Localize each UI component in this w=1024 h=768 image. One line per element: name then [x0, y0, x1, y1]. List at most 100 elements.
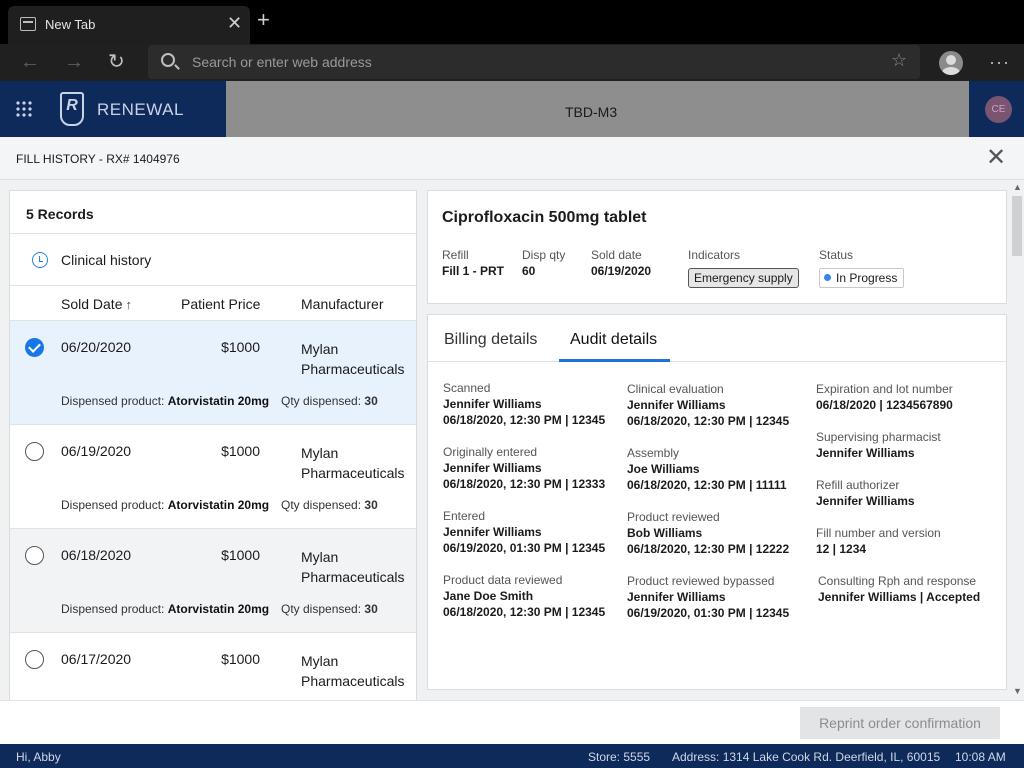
address-input[interactable]: Search or enter web address — [192, 54, 372, 70]
status-badge: In Progress — [819, 268, 905, 288]
audit-field-supervising-pharmacist: Supervising pharmacist Jennifer Williams — [816, 430, 941, 460]
row-radio[interactable] — [25, 442, 44, 461]
brand-area: R RENEWAL — [0, 81, 226, 137]
table-row[interactable]: 06/19/2020 $1000 Mylan Pharmaceuticals D… — [10, 425, 416, 529]
scroll-down-icon[interactable]: ▼ — [1013, 686, 1022, 696]
row-manufacturer: Mylan Pharmaceuticals — [301, 445, 405, 481]
audit-field-originally-entered: Originally entered Jennifer Williams 06/18… — [443, 445, 606, 491]
profile-icon[interactable] — [939, 51, 963, 75]
avatar[interactable]: CE — [985, 96, 1012, 123]
table-header: Sold Date ↑ Patient Price Manufacturer — [10, 286, 416, 321]
audit-field-product-reviewed-bypassed: Product reviewed bypassed Jennifer Willia… — [627, 574, 790, 620]
row-manufacturer: Mylan Pharmaceuticals — [301, 653, 405, 689]
disp-qty-label: Disp qty — [522, 248, 566, 262]
user-area: CE — [969, 81, 1024, 137]
fill-history-list: 5 Records Clinical history Sold Date ↑ Pa… — [9, 190, 417, 700]
disp-qty-value: 60 — [522, 264, 536, 278]
forward-icon[interactable]: → — [64, 50, 84, 74]
tab-title: New Tab — [45, 17, 96, 32]
app-grid-icon[interactable] — [15, 100, 33, 118]
row-manufacturer: Mylan Pharmaceuticals — [301, 341, 405, 377]
sold-date-value: 06/19/2020 — [591, 264, 652, 278]
close-icon[interactable]: ✕ — [986, 145, 1006, 171]
refill-label: Refill — [442, 248, 469, 262]
scroll-thumb[interactable] — [1012, 196, 1022, 256]
status-bar: Hi, Abby Store: 5555 Address: 1314 Lake … — [0, 744, 1024, 768]
close-tab-icon[interactable]: ✕ — [227, 13, 242, 33]
row-dispensed-product: Dispensed product: Atorvistatin 20mg — [61, 498, 270, 512]
tab-audit-details[interactable]: Audit details — [570, 331, 657, 349]
detail-tabs: Billing details Audit details — [428, 315, 1006, 362]
audit-field-expiration-lot: Expiration and lot number 06/18/2020 | 12… — [816, 382, 953, 412]
clock: 10:08 AM — [955, 750, 1006, 764]
table-row[interactable]: 06/20/2020 $1000 Mylan Pharmaceuticals D… — [10, 321, 416, 425]
new-tab-icon[interactable]: + — [257, 9, 270, 31]
row-radio[interactable] — [25, 546, 44, 565]
dialog-title: FILL HISTORY - RX# 1404976 — [16, 152, 180, 166]
sold-date-header[interactable]: Sold Date ↑ — [61, 296, 132, 312]
audit-field-product-data-reviewed: Product data reviewed Jane Doe Smith 06/18… — [443, 573, 606, 619]
active-tab-indicator — [559, 359, 670, 362]
indicators-label: Indicators — [688, 248, 741, 262]
audit-field-consulting-rph: Consulting Rph and response Jennifer Will… — [818, 574, 981, 604]
manufacturer-header: Manufacturer — [301, 296, 384, 312]
row-date: 06/19/2020 — [61, 443, 132, 459]
row-date: 06/18/2020 — [61, 547, 132, 563]
sold-date-label: Sold date — [591, 248, 642, 262]
address-bar[interactable]: Search or enter web address ☆ — [148, 45, 920, 79]
star-icon[interactable]: ☆ — [891, 50, 907, 71]
row-price: $1000 — [221, 443, 260, 459]
audit-field-product-reviewed: Product reviewed Bob Williams 06/18/2020, … — [627, 510, 790, 556]
tab-page-icon — [20, 17, 36, 31]
row-price: $1000 — [221, 651, 260, 667]
records-count: 5 Records — [10, 191, 416, 234]
audit-field-fill-number-version: Fill number and version 12 | 1234 — [816, 526, 941, 556]
scroll-up-icon[interactable]: ▲ — [1013, 182, 1022, 192]
table-row[interactable]: 06/17/2020 $1000 Mylan Pharmaceuticals — [10, 633, 416, 700]
row-price: $1000 — [221, 547, 260, 563]
back-icon[interactable]: ← — [20, 50, 40, 74]
patient-price-header: Patient Price — [181, 296, 261, 312]
row-qty-dispensed: Qty dispensed: 30 — [281, 498, 378, 512]
search-icon — [161, 53, 175, 67]
dialog-body: 5 Records Clinical history Sold Date ↑ Pa… — [0, 180, 1024, 700]
brand-name: RENEWAL — [97, 100, 184, 119]
logo: R — [60, 92, 84, 126]
row-price: $1000 — [221, 339, 260, 355]
row-radio[interactable] — [25, 650, 44, 669]
dialog-header: FILL HISTORY - RX# 1404976 ✕ — [0, 137, 1024, 180]
refill-value: Fill 1 - PRT — [442, 264, 505, 278]
store-address: Address: 1314 Lake Cook Rd. Deerfield, I… — [672, 750, 941, 764]
dialog-actions: Reprint order confirmation — [0, 700, 1024, 744]
reprint-order-confirmation-button[interactable]: Reprint order confirmation — [800, 707, 1000, 739]
audit-field-assembly: Assembly Joe Williams 06/18/2020, 12:30 PM… — [627, 446, 787, 492]
clinical-history-link[interactable]: Clinical history — [10, 234, 416, 286]
row-qty-dispensed: Qty dispensed: 30 — [281, 602, 378, 616]
prescription-summary: Ciprofloxacin 500mg tablet Refill Fill 1… — [427, 190, 1007, 304]
row-qty-dispensed: Qty dispensed: 30 — [281, 394, 378, 408]
store-number: Store: 5555 — [588, 750, 651, 764]
audit-field-scanned: Scanned Jennifer Williams 06/18/2020, 12:3… — [443, 381, 606, 427]
table-row[interactable]: 06/18/2020 $1000 Mylan Pharmaceuticals D… — [10, 529, 416, 633]
row-dispensed-product: Dispensed product: Atorvistatin 20mg — [61, 394, 270, 408]
status-dot-icon — [824, 274, 831, 281]
detail-panel: Billing details Audit details Scanned Jen… — [427, 314, 1007, 690]
emergency-supply-badge: Emergency supply — [688, 268, 799, 288]
app-header: R RENEWAL TBD-M3 CE — [0, 81, 1024, 137]
tab-billing-details[interactable]: Billing details — [444, 331, 537, 349]
more-icon[interactable]: ··· — [989, 52, 1010, 73]
browser-toolbar: ← → ↻ Search or enter web address ☆ ··· — [0, 44, 1024, 81]
drug-name: Ciprofloxacin 500mg tablet — [442, 209, 647, 226]
browser-tab-bar: New Tab ✕ + — [0, 0, 1024, 44]
audit-field-refill-authorizer: Refill authorizer Jennifer Williams — [816, 478, 915, 508]
row-date: 06/20/2020 — [61, 339, 132, 355]
browser-tab[interactable]: New Tab ✕ — [8, 6, 250, 44]
refresh-icon[interactable]: ↻ — [108, 50, 125, 74]
row-manufacturer: Mylan Pharmaceuticals — [301, 549, 405, 585]
store-code: TBD-M3 — [565, 104, 618, 120]
row-dispensed-product: Dispensed product: Atorvistatin 20mg — [61, 602, 270, 616]
clinical-history-label: Clinical history — [61, 252, 152, 268]
row-date: 06/17/2020 — [61, 651, 132, 667]
row-radio-selected[interactable] — [25, 338, 44, 357]
vertical-scrollbar[interactable]: ▲ ▼ — [1009, 180, 1024, 700]
